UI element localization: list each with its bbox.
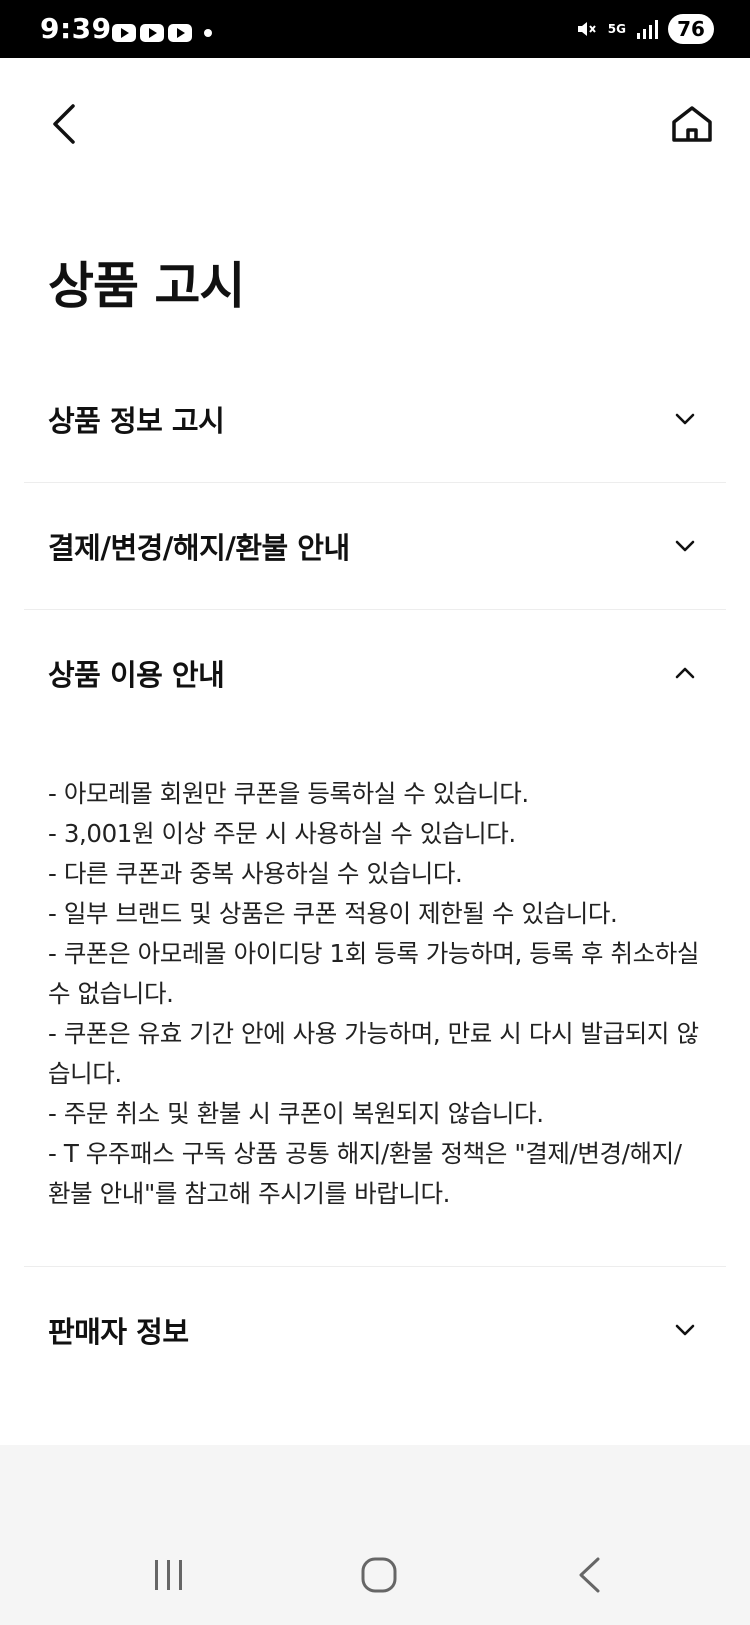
- accordion-header-seller-info[interactable]: 판매자 정보: [24, 1267, 726, 1393]
- 5g-icon: 5G: [607, 22, 626, 36]
- accordion-header-usage-guide[interactable]: 상품 이용 안내: [24, 610, 726, 736]
- chevron-up-icon: [674, 662, 696, 684]
- chevron-down-icon: [674, 535, 696, 557]
- usage-guide-line: - 일부 브랜드 및 상품은 쿠폰 적용이 제한될 수 있습니다.: [48, 899, 618, 928]
- accordion-body-usage-guide: - 아모레몰 회원만 쿠폰을 등록하실 수 있습니다. - 3,001원 이상 …: [24, 736, 726, 1266]
- recent-apps-button[interactable]: [134, 1545, 204, 1605]
- mute-icon: [577, 22, 596, 36]
- system-home-button[interactable]: [344, 1545, 414, 1605]
- usage-guide-line: - T 우주패스 구독 상품 공통 해지/환불 정책은 "결제/변경/해지/환불…: [48, 1139, 682, 1208]
- youtube-icon: [168, 24, 192, 42]
- accordion-header-product-info[interactable]: 상품 정보 고시: [24, 356, 726, 482]
- chevron-left-icon: [53, 104, 75, 144]
- signal-icon: [637, 20, 658, 39]
- status-right-icons: 5G 76: [574, 14, 714, 44]
- accordion-title: 상품 이용 안내: [48, 658, 225, 692]
- usage-guide-line: - 다른 쿠폰과 중복 사용하실 수 있습니다.: [48, 859, 463, 888]
- page-title: 상품 고시: [48, 257, 245, 315]
- accordion-title: 결제/변경/해지/환불 안내: [48, 531, 350, 565]
- status-left-icons: [112, 24, 212, 42]
- accordion-item-payment-refund: 결제/변경/해지/환불 안내: [24, 483, 726, 610]
- usage-guide-line: - 쿠폰은 유효 기간 안에 사용 가능하며, 만료 시 다시 발급되지 않습니…: [48, 1019, 699, 1088]
- top-bar: [0, 58, 750, 198]
- back-chevron-icon: [579, 1557, 600, 1593]
- accordion-item-product-info: 상품 정보 고시: [24, 356, 726, 483]
- home-icon: [672, 106, 712, 142]
- youtube-icon: [140, 24, 164, 42]
- usage-guide-line: - 주문 취소 및 환불 시 쿠폰이 복원되지 않습니다.: [48, 1099, 544, 1128]
- notification-dot-icon: [204, 29, 212, 37]
- recent-apps-icon: [155, 1560, 182, 1590]
- system-nav-bar: [0, 1525, 750, 1625]
- usage-guide-line: - 3,001원 이상 주문 시 사용하실 수 있습니다.: [48, 819, 516, 848]
- footer-area: [0, 1445, 750, 1525]
- status-bar: 9:39 5G 76: [0, 0, 750, 58]
- home-button[interactable]: [664, 96, 720, 152]
- accordion-title: 상품 정보 고시: [48, 404, 225, 438]
- system-back-button[interactable]: [554, 1545, 624, 1605]
- home-circle-icon: [361, 1557, 397, 1593]
- chevron-down-icon: [674, 1319, 696, 1341]
- battery-badge: 76: [668, 14, 714, 44]
- notice-accordion: 상품 정보 고시 결제/변경/해지/환불 안내 상품 이용 안내 - 아모레몰 …: [24, 356, 726, 1393]
- chevron-down-icon: [674, 408, 696, 430]
- usage-guide-line: - 아모레몰 회원만 쿠폰을 등록하실 수 있습니다.: [48, 779, 529, 808]
- youtube-icon: [112, 24, 136, 42]
- accordion-header-payment-refund[interactable]: 결제/변경/해지/환불 안내: [24, 483, 726, 609]
- usage-guide-line: - 쿠폰은 아모레몰 아이디당 1회 등록 가능하며, 등록 후 취소하실 수 …: [48, 939, 700, 1008]
- accordion-item-usage-guide: 상품 이용 안내 - 아모레몰 회원만 쿠폰을 등록하실 수 있습니다. - 3…: [24, 610, 726, 1267]
- status-time: 9:39: [40, 12, 112, 45]
- accordion-title: 판매자 정보: [48, 1315, 189, 1349]
- back-button[interactable]: [36, 96, 92, 152]
- accordion-item-seller-info: 판매자 정보: [24, 1267, 726, 1393]
